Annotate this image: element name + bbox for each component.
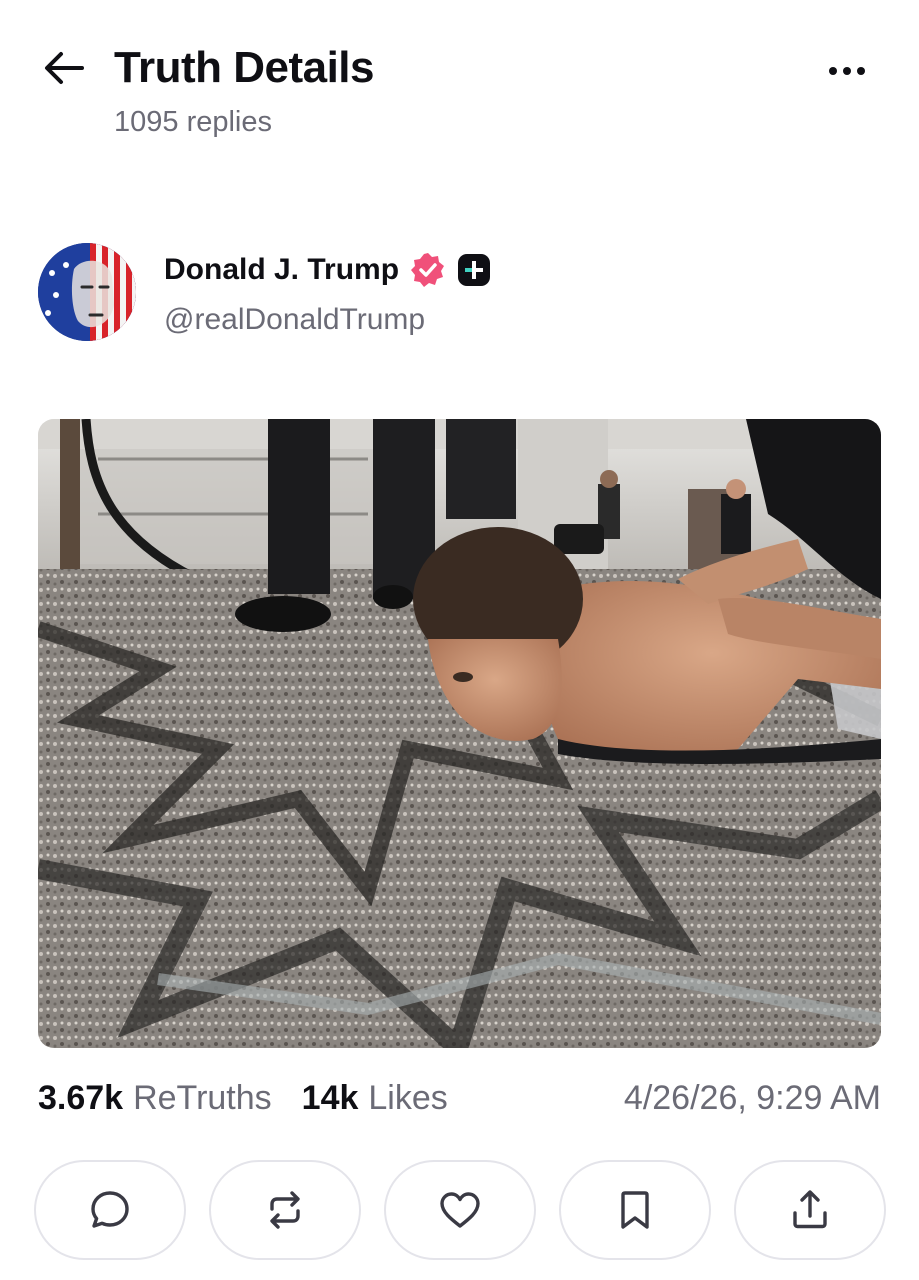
share-icon	[793, 1190, 827, 1229]
likes-stat[interactable]: 14k Likes	[302, 1074, 448, 1122]
post-timestamp: 4/26/26, 9:29 AM	[623, 1079, 881, 1117]
retruth-icon	[270, 1191, 300, 1229]
bookmark-button[interactable]	[559, 1160, 711, 1260]
reply-count: 1095 replies	[114, 106, 272, 138]
like-icon	[440, 1192, 480, 1228]
reply-button[interactable]	[34, 1160, 186, 1260]
retruths-stat[interactable]: 3.67k ReTruths	[38, 1074, 272, 1122]
retruths-count: 3.67k	[38, 1079, 124, 1117]
likes-label: Likes	[368, 1079, 448, 1117]
page-title: Truth Details	[114, 43, 375, 92]
post-author: Donald J. Trump @realDonaldTrump	[38, 243, 898, 343]
post-stats: 3.67k ReTruths 14k Likes 4/26/26, 9:29 A…	[38, 1074, 881, 1122]
more-options-button[interactable]	[819, 54, 875, 88]
author-name[interactable]: Donald J. Trump	[164, 251, 399, 289]
reply-icon	[91, 1191, 129, 1228]
share-button[interactable]	[734, 1160, 886, 1260]
author-name-row: Donald J. Trump	[164, 251, 491, 289]
top-bar: Truth Details 1095 replies	[0, 0, 919, 160]
retruth-button[interactable]	[209, 1160, 361, 1260]
verified-badge-icon	[409, 251, 447, 289]
author-handle: @realDonaldTrump	[164, 303, 426, 336]
avatar[interactable]	[38, 243, 136, 341]
bookmark-icon	[621, 1191, 649, 1229]
likes-count: 14k	[301, 1079, 359, 1117]
like-button[interactable]	[384, 1160, 536, 1260]
retruths-label: ReTruths	[133, 1079, 272, 1117]
post-image[interactable]	[38, 419, 881, 1048]
photo	[38, 419, 881, 1048]
plus-badge-icon	[457, 253, 491, 287]
back-button[interactable]	[42, 48, 86, 88]
arrow-left-icon	[45, 52, 84, 84]
action-bar	[34, 1160, 886, 1260]
ellipsis-icon	[829, 67, 865, 75]
